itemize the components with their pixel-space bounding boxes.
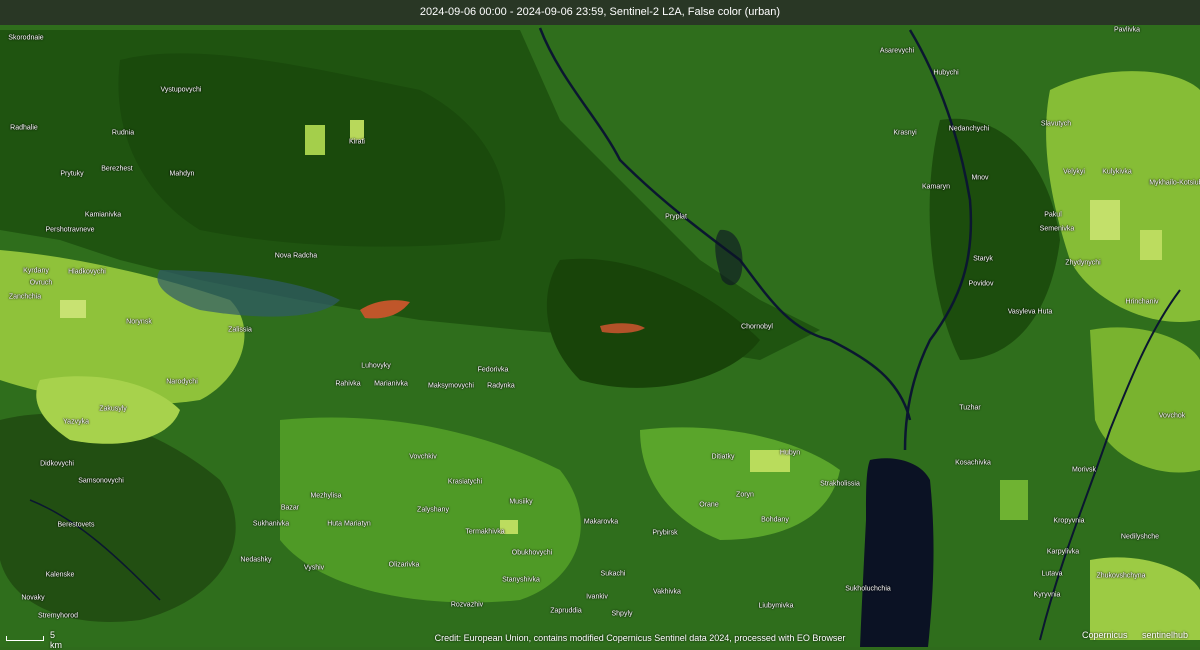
place-label: Pavlivka <box>1113 26 1141 34</box>
place-label: Kamaryn <box>921 183 951 191</box>
place-label: Bazar <box>280 504 300 512</box>
place-label: Mezhylisa <box>310 492 342 500</box>
place-label: Prytuky <box>60 170 84 178</box>
place-label: Vasyleva Huta <box>1007 308 1053 316</box>
place-label: Hubyn <box>779 449 801 457</box>
place-label: Sukhanivka <box>252 520 290 528</box>
place-label: Strakholissia <box>820 480 860 488</box>
place-label: Kyrdany <box>23 267 49 275</box>
place-label: Termakhivka <box>465 528 505 536</box>
place-label: Tuzhar <box>959 404 981 412</box>
place-label: Orane <box>699 501 719 509</box>
place-label: Zoryn <box>736 491 754 499</box>
place-label: Maksymovychi <box>428 382 474 390</box>
place-label: Kropyvnia <box>1053 517 1085 525</box>
place-label: Ditiatky <box>711 453 735 461</box>
place-label: Mahdyn <box>169 170 195 178</box>
place-label: Lutava <box>1041 570 1063 578</box>
place-label: Kirati <box>349 138 365 146</box>
place-label: Asarevychi <box>879 47 915 55</box>
place-label: Rozvazhiv <box>450 601 484 609</box>
place-label: Radhalie <box>10 124 38 132</box>
place-label: Zanchchia <box>8 293 42 301</box>
place-label: Luhovyky <box>361 362 391 370</box>
credit-text: Credit: European Union, contains modifie… <box>434 633 846 643</box>
place-label: Vystupovychi <box>160 86 202 94</box>
place-label: Staryk <box>973 255 993 263</box>
place-label: Radynka <box>487 382 515 390</box>
satellite-map[interactable] <box>0 0 1200 647</box>
place-label: Karpylivka <box>1046 548 1080 556</box>
place-label: Vyshiv <box>303 564 325 572</box>
place-label: Rahivka <box>335 380 361 388</box>
place-label: Berestovets <box>57 521 95 529</box>
place-label: Obukhovychi <box>511 549 553 557</box>
place-label: Zalyshany <box>417 506 449 514</box>
place-label: Sukachi <box>600 570 626 578</box>
place-label: Liubymivka <box>758 602 794 610</box>
place-label: Kalenske <box>45 571 75 579</box>
place-label: Bohdany <box>761 516 789 524</box>
place-label: Stremyhorod <box>37 612 79 620</box>
place-label: Makarovka <box>583 518 619 526</box>
place-label: Pryplat <box>665 213 687 221</box>
place-label: Morivsk <box>1071 466 1097 474</box>
copernicus-logo: Copernicus <box>1082 630 1128 640</box>
place-label: Nedashky <box>240 556 272 564</box>
place-label: Skorodnaie <box>8 34 44 42</box>
place-label: Semenivka <box>1039 225 1075 233</box>
place-label: Krasnyi <box>893 129 917 137</box>
place-label: Ovruch <box>29 279 53 287</box>
place-label: Huta Mariatyn <box>327 520 371 528</box>
place-label: Kulykivka <box>1102 168 1132 176</box>
place-label: Hladkovychi <box>68 268 106 276</box>
place-label: Kosachivka <box>955 459 991 467</box>
place-label: Prybirsk <box>652 529 678 537</box>
place-label: Krasiatychi <box>447 478 483 486</box>
place-label: Mnov <box>971 174 989 182</box>
place-label: Berezhest <box>101 165 133 173</box>
date-and-layer-header: 2024-09-06 00:00 - 2024-09-06 23:59, Sen… <box>0 0 1200 25</box>
place-label: Ivankiv <box>586 593 608 601</box>
place-label: Norynsk <box>126 318 152 326</box>
place-label: Musiiky <box>509 498 533 506</box>
place-label: Chornobyl <box>741 323 773 331</box>
place-label: Rudnia <box>111 129 135 137</box>
place-label: Vovchok <box>1158 412 1186 420</box>
place-label: Yazvyka <box>63 418 89 426</box>
place-label: Kamianivka <box>84 211 122 219</box>
place-label: Zapruddia <box>550 607 582 615</box>
place-label: Didkovychi <box>40 460 74 468</box>
place-label: Stanyshivka <box>502 576 540 584</box>
place-label: Nedanchychi <box>948 125 990 133</box>
place-label: Nedilyshche <box>1120 533 1160 541</box>
place-label: Fedorivka <box>477 366 509 374</box>
sentinelhub-logo: sentinelhub <box>1142 630 1189 640</box>
place-label: Samsonovychi <box>78 477 124 485</box>
place-label: Zhukovshchyna <box>1096 572 1146 580</box>
place-label: Narodychi <box>166 378 198 386</box>
place-label: Mykhailo-Kotsiubynske <box>1149 179 1200 187</box>
place-label: Velykyi <box>1063 168 1085 176</box>
place-label: Nova Radcha <box>274 252 318 260</box>
place-label: Pakul <box>1044 211 1062 219</box>
place-label: Zalissia <box>228 326 252 334</box>
place-label: Vakhivka <box>653 588 681 596</box>
place-label: Novaky <box>21 594 45 602</box>
place-label: Vovchkiv <box>409 453 437 461</box>
place-label: Sukholuchchia <box>845 585 891 593</box>
place-label: Hubychi <box>933 69 959 77</box>
place-label: Zhydynychi <box>1065 259 1101 267</box>
place-label: Hrinchaniv <box>1125 298 1159 306</box>
place-label: Olizarivka <box>388 561 420 569</box>
place-label: Shpyly <box>611 610 633 618</box>
place-label: Zakusyly <box>99 405 127 413</box>
place-label: Povidov <box>968 280 994 288</box>
place-label: Kyryvnia <box>1033 591 1061 599</box>
place-label: Pershotravneve <box>45 226 95 234</box>
place-label: Slavutych <box>1040 120 1072 128</box>
place-label: Marianivka <box>374 380 408 388</box>
